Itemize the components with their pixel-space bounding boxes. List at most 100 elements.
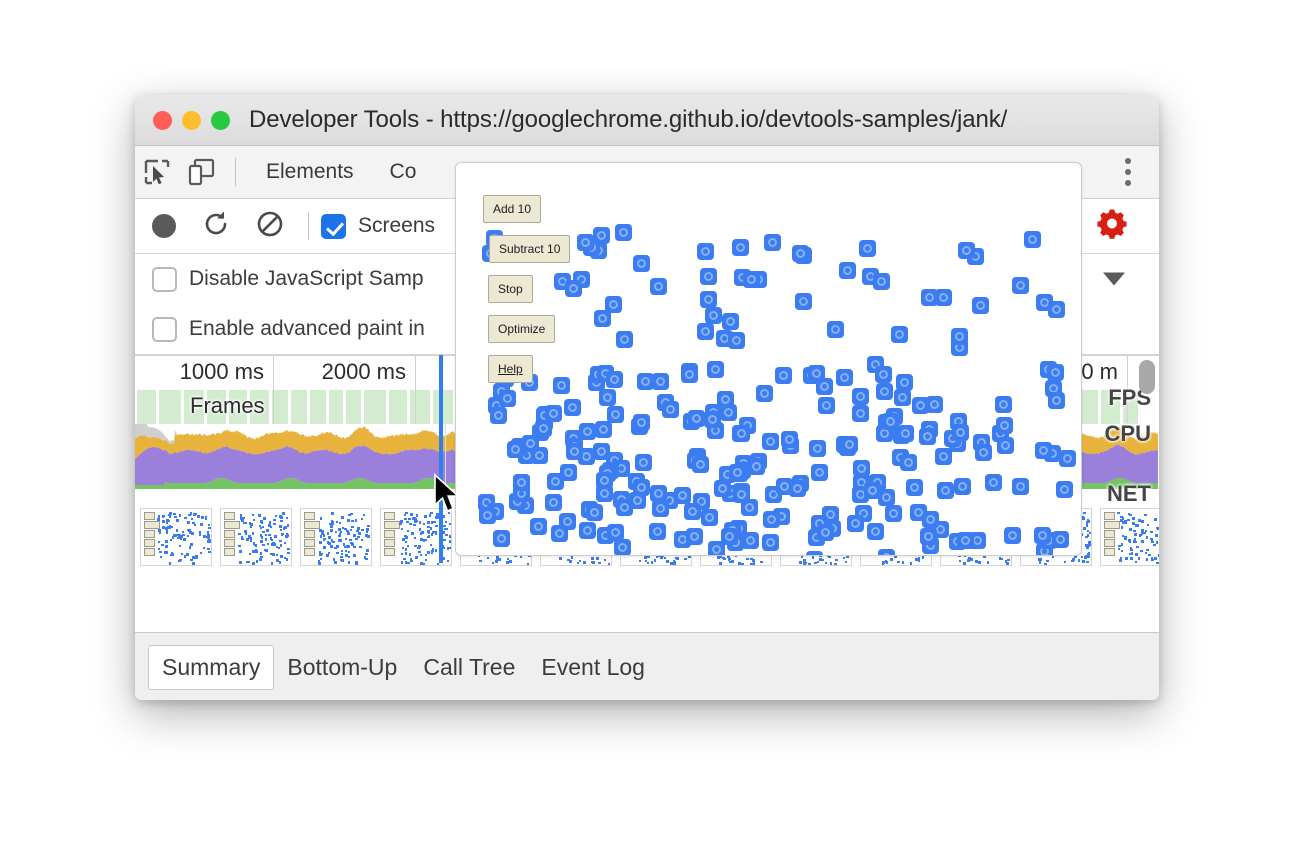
caret-down-icon[interactable] — [1103, 273, 1125, 286]
frame-block[interactable] — [410, 390, 430, 424]
thumbnail-sprite — [165, 540, 168, 543]
tab-bottom-up[interactable]: Bottom-Up — [274, 648, 410, 687]
frame-block[interactable] — [389, 390, 407, 424]
thumbnail-sprite — [239, 561, 242, 564]
vertical-scrollbar[interactable] — [1139, 360, 1155, 394]
thumbnail-sprite — [287, 534, 290, 537]
thumbnail-sprite — [182, 531, 185, 534]
thumbnail-sprite — [666, 560, 669, 563]
thumbnail-sprite — [263, 517, 266, 520]
thumbnail-sprite — [350, 529, 353, 532]
demo-sprite — [616, 499, 633, 516]
demo-sprite — [972, 297, 989, 314]
thumbnail-sprite — [1084, 556, 1087, 559]
disable-js-sampling-checkbox[interactable] — [152, 267, 177, 292]
thumbnail-sprite — [287, 524, 290, 527]
thumbnail-sprite — [492, 562, 495, 565]
zoom-button[interactable] — [211, 111, 230, 130]
demo-button-stop[interactable]: Stop — [488, 275, 533, 303]
demo-sprite — [605, 296, 622, 313]
advanced-paint-checkbox[interactable] — [152, 317, 177, 342]
thumbnail-sprite — [351, 543, 354, 546]
demo-button-add-10[interactable]: Add 10 — [483, 195, 541, 223]
thumbnail-sprite — [158, 515, 161, 518]
thumbnail-sprite — [331, 539, 334, 542]
thumbnail-sprite — [604, 559, 607, 562]
thumbnail-sprite — [835, 559, 838, 562]
device-toolbar-icon[interactable] — [179, 150, 223, 194]
thumbnail-sprite — [327, 532, 330, 535]
reload-record-icon[interactable] — [202, 210, 230, 243]
demo-sprite — [599, 389, 616, 406]
demo-sprite — [811, 464, 828, 481]
tab-call-tree[interactable]: Call Tree — [410, 648, 528, 687]
frame-block[interactable] — [346, 390, 362, 424]
tab-event-log[interactable]: Event Log — [528, 648, 658, 687]
frame-block[interactable] — [159, 390, 181, 424]
frame-block[interactable] — [364, 390, 385, 424]
thumbnail-sprite — [1120, 516, 1123, 519]
page-screenshot-overlay[interactable]: Add 10 Subtract 10 Stop Optimize Help — [455, 162, 1082, 556]
demo-sprite — [708, 541, 725, 556]
frame-block[interactable] — [310, 390, 326, 424]
thumbnail-sprite — [1136, 546, 1139, 549]
timeline-tick-label: 1000 ms — [180, 359, 273, 385]
demo-sprite — [762, 433, 779, 450]
demo-button-help[interactable]: Help — [488, 355, 533, 383]
thumbnail-sprite — [165, 545, 168, 548]
frame-block[interactable] — [137, 390, 156, 424]
thumbnail-sprite — [319, 541, 322, 544]
screenshots-checkbox[interactable] — [321, 214, 346, 239]
mouse-pointer-icon — [432, 473, 462, 520]
gear-icon[interactable] — [1095, 207, 1129, 246]
thumbnail-sprite — [1130, 557, 1133, 560]
filmstrip-thumbnail[interactable] — [300, 508, 372, 566]
thumbnail-sprite — [262, 526, 265, 529]
tab-console[interactable]: Co — [372, 160, 435, 184]
timeline-gridline — [273, 390, 274, 424]
thumbnail-sprite — [843, 557, 846, 560]
demo-button-optimize[interactable]: Optimize — [488, 315, 555, 343]
minimize-button[interactable] — [182, 111, 201, 130]
tab-summary[interactable]: Summary — [148, 645, 274, 690]
thumbnail-sprite — [1006, 562, 1009, 565]
thumbnail-sprite — [834, 563, 837, 566]
thumbnail-sprite — [262, 544, 265, 547]
inspect-cursor-icon[interactable] — [135, 150, 179, 194]
thumbnail-sprite — [320, 517, 323, 520]
thumbnail-sprite — [408, 518, 411, 521]
thumbnail-sprite — [179, 514, 182, 517]
frame-block[interactable] — [329, 390, 343, 424]
demo-sprite — [686, 528, 703, 545]
thumbnail-button — [144, 521, 160, 529]
thumbnail-sprite — [169, 515, 172, 518]
thumbnail-sprite — [445, 521, 448, 524]
thumbnail-sprite — [1088, 544, 1091, 547]
frame-block[interactable] — [291, 390, 307, 424]
filmstrip-thumbnail[interactable] — [220, 508, 292, 566]
thumbnail-sprite — [280, 529, 283, 532]
demo-button-subtract-10[interactable]: Subtract 10 — [489, 235, 570, 263]
overview-playhead[interactable] — [439, 355, 443, 563]
close-button[interactable] — [153, 111, 172, 130]
thumbnail-sprite — [571, 556, 574, 559]
demo-sprite — [897, 425, 914, 442]
thumbnail-sprite — [207, 531, 210, 534]
demo-sprite — [756, 385, 773, 402]
thumbnail-sprite — [1150, 531, 1153, 534]
frame-block[interactable] — [433, 390, 453, 424]
thumbnail-sprite — [341, 516, 344, 519]
clear-icon[interactable] — [256, 210, 284, 243]
disable-js-sampling-label: Disable JavaScript Samp — [189, 267, 424, 291]
filmstrip-thumbnail[interactable] — [1100, 508, 1159, 566]
filmstrip-thumbnail[interactable] — [140, 508, 212, 566]
thumbnail-sprite — [496, 557, 499, 560]
record-circle-icon[interactable] — [152, 214, 176, 238]
thumbnail-sprite — [1156, 562, 1159, 565]
demo-sprite — [873, 273, 890, 290]
frame-block[interactable] — [272, 390, 287, 424]
kebab-menu-icon[interactable] — [1125, 158, 1131, 186]
thumbnail-sprite — [364, 556, 367, 559]
tab-elements[interactable]: Elements — [248, 160, 372, 184]
demo-sprite — [692, 456, 709, 473]
